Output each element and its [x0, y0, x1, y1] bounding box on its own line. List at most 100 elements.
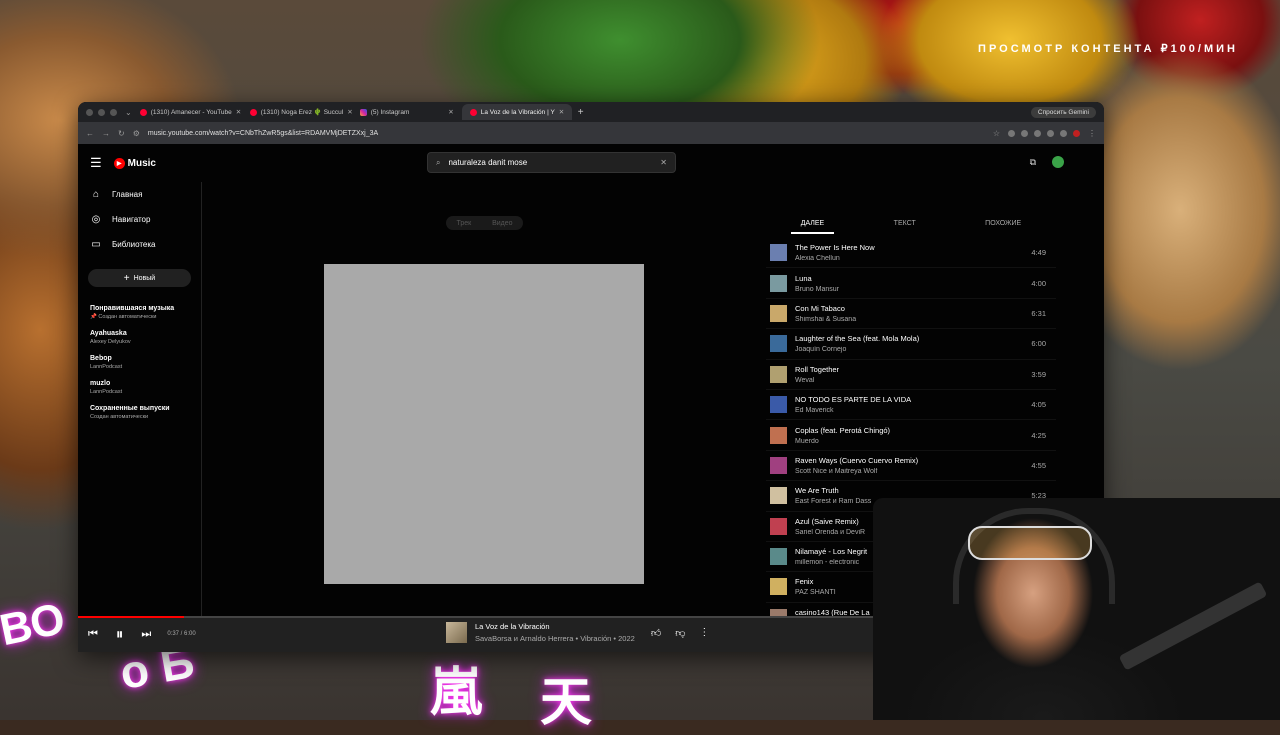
playlist-item[interactable]: Bebop LannPodcast	[78, 355, 201, 370]
next-track-icon[interactable]: ⏭	[141, 628, 151, 641]
url-field[interactable]: music.youtube.com/watch?v=CNbThZwR5gs&li…	[148, 130, 985, 137]
sidebar-item-library[interactable]: ▭ Библиотека	[78, 232, 201, 257]
maximize-window-button[interactable]	[110, 108, 117, 116]
queue-title: Roll Together	[795, 364, 840, 374]
queue-title: Con Mi Tabaco	[795, 303, 845, 313]
new-playlist-label: Новый	[133, 274, 156, 282]
profile-icon[interactable]	[1073, 129, 1080, 137]
queue-artist: Shimshai & Susana	[795, 315, 857, 323]
tab-label: (1310) Amanecer - YouTube	[150, 108, 232, 116]
queue-item[interactable]: Roll Together Weval 3:59	[766, 360, 1056, 390]
side-panel-tabs: ДАЛЕЕ ТЕКСТ ПОХОЖИЕ	[766, 220, 1056, 234]
close-tab-icon[interactable]: ✕	[559, 108, 564, 116]
search-input[interactable]: naturaleza danit mose	[448, 158, 527, 167]
youtube-music-favicon-icon	[469, 108, 477, 116]
close-tab-icon[interactable]: ✕	[448, 108, 453, 116]
browser-tab-active[interactable]: La Voz de la Vibración | Y ✕	[461, 104, 572, 120]
playlist-subtitle: Alexey Delyukov	[90, 339, 131, 345]
playlist-subtitle: Создан автоматически	[90, 414, 149, 420]
playlist-subtitle: 📌 Создан автоматически	[90, 314, 157, 320]
minimize-window-button[interactable]	[98, 108, 105, 116]
thumbs-down-icon[interactable]: 👎︎	[675, 627, 685, 639]
site-info-icon[interactable]: ⚙	[133, 129, 140, 138]
playlist-subtitle: LannPodcast	[90, 364, 123, 370]
instagram-favicon-icon	[359, 108, 367, 116]
new-playlist-button[interactable]: + Новый	[88, 269, 191, 287]
time-display: 0:37 / 6:00	[167, 631, 196, 637]
webcam-overlay	[873, 498, 1280, 720]
progress-fill	[78, 616, 184, 618]
more-options-icon[interactable]: ⋮	[699, 627, 709, 639]
tab-search-chevron-icon[interactable]: ⌄	[125, 108, 132, 117]
queue-item[interactable]: NO TODO ES PARTE DE LA VIDA Ed Maverick 4:…	[766, 390, 1056, 421]
queue-item[interactable]: Luna Bruno Mansur 4:00	[766, 268, 1056, 299]
tab-lyrics[interactable]: ТЕКСТ	[884, 220, 926, 234]
extension-icon[interactable]	[1047, 129, 1054, 137]
playlist-title: Сохраненные выпуски	[90, 405, 170, 412]
avatar[interactable]	[1052, 156, 1064, 168]
queue-item[interactable]: Raven Ways (Cuervo Cuervo Remix) Scott Ni…	[766, 451, 1056, 482]
cast-icon[interactable]: ⧉	[1030, 157, 1036, 168]
tab-label: La Voz de la Vibración | Y	[480, 108, 555, 116]
youtube-music-logo[interactable]: ▶ Music	[113, 157, 156, 169]
queue-title: The Power Is Here Now	[795, 243, 875, 253]
extension-icon[interactable]	[1060, 129, 1067, 137]
playlist-item[interactable]: Понравившаяся музыка 📌 Создан автоматичес…	[78, 305, 201, 320]
song-video-toggle[interactable]: Трек Видео	[446, 216, 523, 230]
queue-duration: 3:59	[1031, 369, 1046, 379]
playlist-item[interactable]: Ayahuaska Alexey Delyukov	[78, 330, 201, 345]
tab-related[interactable]: ПОХОЖИЕ	[975, 220, 1031, 234]
toggle-song[interactable]: Трек	[456, 220, 471, 227]
thumbs-up-icon[interactable]: 👍︎	[651, 627, 661, 639]
sidebar-item-label: Главная	[112, 190, 143, 199]
close-tab-icon[interactable]: ✕	[236, 108, 241, 116]
stream-overlay-text: ПРОСМОТР КОНТЕНТА ₽100/МИН	[978, 43, 1238, 55]
hamburger-menu-icon[interactable]: ☰	[90, 155, 102, 171]
queue-title: We Are Truth	[795, 486, 839, 496]
queue-text: Con Mi Tabaco Shimshai & Susana	[795, 304, 1023, 323]
queue-thumbnail	[770, 426, 787, 444]
queue-title: NO TODO ES PARTE DE LA VIDA	[795, 395, 912, 405]
extension-icon[interactable]	[1034, 129, 1041, 137]
search-box[interactable]: ⌕ naturaleza danit mose ✕	[427, 152, 676, 173]
playlist-item[interactable]: muzlo LannPodcast	[78, 380, 201, 395]
forward-icon[interactable]: →	[102, 129, 110, 138]
new-tab-icon[interactable]: +	[572, 107, 590, 118]
browser-tab[interactable]: (1310) Noga Erez 🌵 Succul ✕	[242, 104, 352, 120]
browser-menu-icon[interactable]: ⋮	[1088, 129, 1096, 138]
tab-up-next[interactable]: ДАЛЕЕ	[790, 220, 835, 234]
close-window-button[interactable]	[86, 108, 93, 116]
toggle-video[interactable]: Видео	[492, 220, 512, 227]
queue-item[interactable]: Laughter of the Sea (feat. Mola Mola) Joa…	[766, 329, 1056, 360]
sidebar-item-explore[interactable]: ◎ Навигатор	[78, 207, 201, 232]
queue-thumbnail	[770, 365, 787, 383]
playlist-item[interactable]: Сохраненные выпуски Создан автоматически	[78, 405, 201, 420]
playlist-title: Понравившаяся музыка	[90, 305, 175, 312]
playlist-subtitle: LannPodcast	[90, 389, 123, 395]
queue-title: Raven Ways (Cuervo Cuervo Remix)	[795, 455, 919, 465]
now-playing-title[interactable]: La Voz de la Vibración	[475, 622, 635, 631]
reload-icon[interactable]: ↻	[118, 129, 125, 138]
extension-icon[interactable]	[1021, 129, 1028, 137]
extension-icon[interactable]	[1008, 129, 1015, 137]
queue-text: Roll Together Weval	[795, 365, 1023, 384]
pause-icon[interactable]: ⏸	[116, 626, 124, 643]
logo-text: Music	[127, 157, 156, 169]
queue-item[interactable]: The Power Is Here Now Alexia Chellun 4:49	[766, 238, 1056, 269]
previous-track-icon[interactable]: ⏮	[88, 628, 98, 641]
queue-item[interactable]: Coplas (feat. Perotá Chingó) Muerdo 4:25	[766, 420, 1056, 451]
clear-search-icon[interactable]: ✕	[660, 158, 667, 167]
bookmark-star-icon[interactable]: ☆	[993, 129, 1000, 138]
now-playing-thumbnail[interactable]	[446, 622, 467, 643]
queue-duration: 4:05	[1031, 400, 1046, 410]
microphone-arm	[1118, 581, 1268, 671]
browser-tab[interactable]: (1310) Amanecer - YouTube ✕	[132, 104, 242, 120]
search-icon: ⌕	[436, 157, 441, 167]
gemini-button[interactable]: Спросить Gemini	[1030, 106, 1096, 118]
queue-artist: Joaquín Cornejo	[795, 346, 847, 354]
browser-tab[interactable]: (5) Instagram ✕	[352, 104, 462, 120]
sidebar-item-home[interactable]: ⌂ Главная	[78, 182, 201, 207]
queue-item[interactable]: Con Mi Tabaco Shimshai & Susana 6:31	[766, 299, 1056, 330]
now-playing-subtitle[interactable]: SavaBorsa и Arnaldo Herrera • Vibración …	[475, 634, 635, 643]
back-icon[interactable]: ←	[86, 129, 94, 138]
